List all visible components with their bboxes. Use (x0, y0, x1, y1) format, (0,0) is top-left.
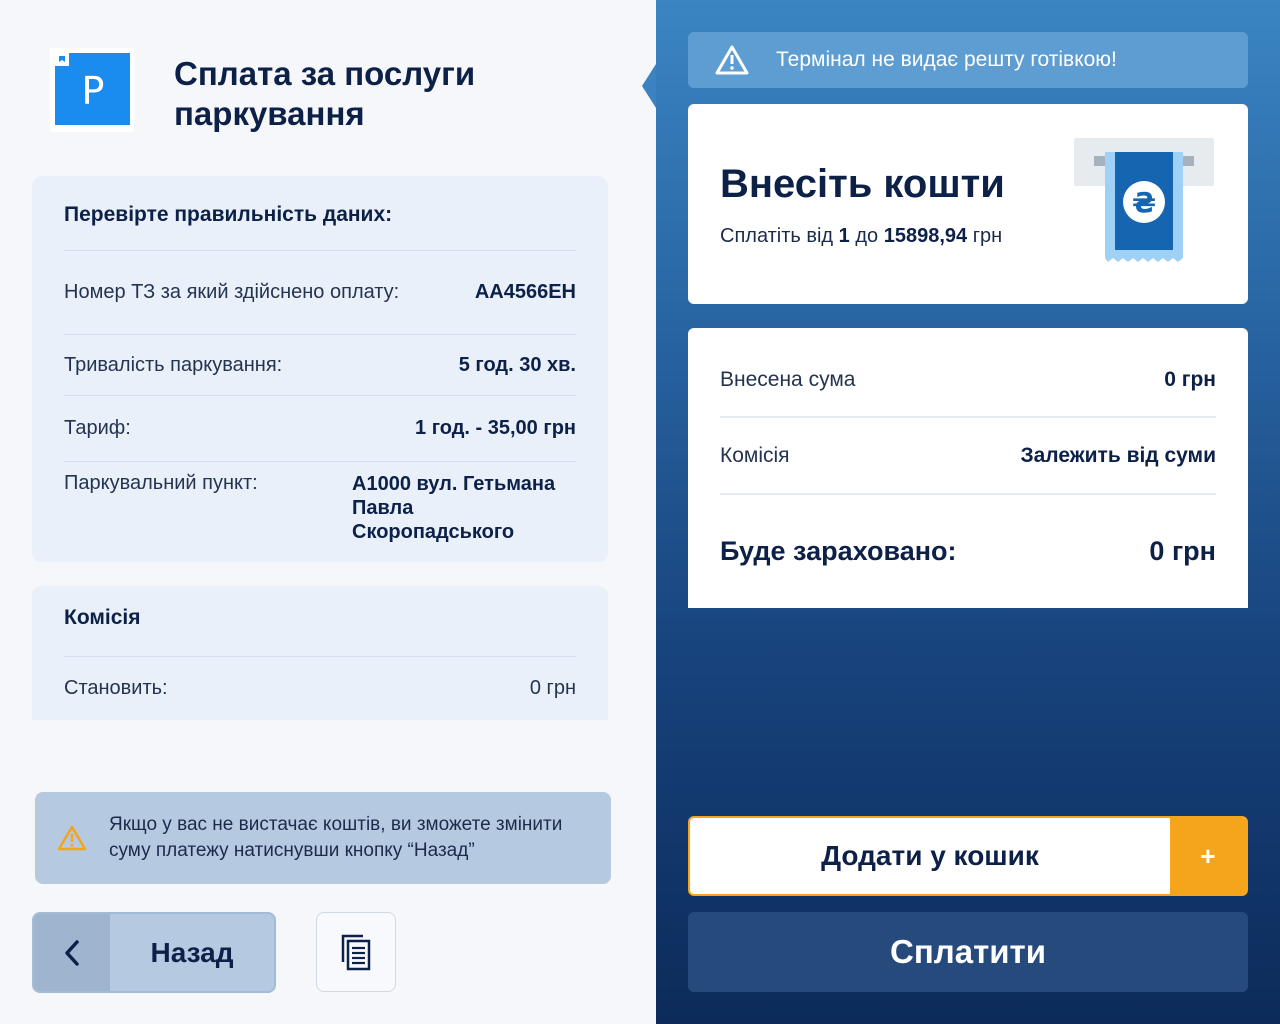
back-button-label: Назад (150, 936, 234, 968)
range-min: 1 (838, 225, 850, 247)
panel-notch (642, 64, 656, 108)
warning-icon (688, 44, 776, 76)
commission-summary-label: Комісія (720, 443, 790, 467)
currency-symbol: ₴ (1132, 186, 1156, 219)
detail-label: Тривалість паркування: (64, 353, 283, 376)
detail-value: 1 год. - 35,00 грн (415, 417, 576, 439)
data-check-title: Перевірте правильність даних: (64, 176, 576, 251)
detail-row-duration: Тривалість паркування: 5 год. 30 хв. (64, 335, 576, 396)
insufficient-funds-notice: Якщо у вас не вистачає коштів, ви зможет… (35, 792, 611, 884)
right-panel: Термінал не видає решту готівкою! Внесіт… (642, 0, 1280, 1024)
range-prefix: Сплатіть від (720, 225, 834, 247)
alert-text: Термінал не видає решту готівкою! (776, 48, 1117, 71)
total-value: 0 грн (1149, 535, 1216, 566)
commission-summary-value: Залежить від суми (1020, 443, 1216, 467)
payment-summary: Внесена сума 0 грн Комісія Залежить від … (688, 328, 1248, 608)
detail-value: 5 год. 30 хв. (458, 353, 576, 376)
detail-label: Номер ТЗ за який здійснено оплату: (64, 281, 400, 303)
add-to-cart-label: Додати у кошик (821, 840, 1039, 871)
commission-card: Комісія Становить: 0 грн (32, 586, 608, 720)
total-label: Буде зараховано: (720, 535, 957, 566)
warning-icon (35, 825, 109, 851)
chevron-left-icon (34, 914, 110, 991)
commission-label: Становить: (64, 676, 168, 699)
detail-value: А1000 вул. Гетьмана Павла Скоропадського (352, 473, 556, 543)
commission-row: Становить: 0 грн (64, 657, 576, 719)
deposit-title: Внесіть кошти (720, 162, 1005, 206)
detail-row-parking-point: Паркувальний пункт: А1000 вул. Гетьмана … (64, 462, 576, 543)
range-max: 15898,94 (883, 225, 968, 247)
range-currency: грн (972, 225, 1003, 247)
detail-row-tariff: Тариф: 1 год. - 35,00 грн (64, 396, 576, 462)
detail-label: Тариф: (64, 417, 131, 439)
document-copy-icon (341, 934, 371, 971)
copy-button[interactable] (316, 912, 396, 992)
page-title: Сплата за послуги паркування (174, 55, 476, 132)
no-change-alert: Термінал не видає решту готівкою! (688, 32, 1248, 88)
logo-letter: P (82, 69, 105, 113)
commission-title: Комісія (64, 586, 576, 657)
data-check-card: Перевірте правильність даних: Номер ТЗ з… (32, 176, 608, 562)
pay-button[interactable]: Сплатити (688, 912, 1248, 992)
parking-sign-icon: P (50, 48, 134, 132)
detail-label: Паркувальний пункт: (64, 472, 258, 494)
detail-value: АА4566ЕН (474, 281, 576, 303)
deposited-row: Внесена сума 0 грн (720, 328, 1216, 418)
cash-insert-icon: ₴ (1074, 138, 1214, 262)
add-to-cart-button[interactable]: Додати у кошик + (688, 816, 1248, 896)
notice-text: Якщо у вас не вистачає коштів, ви зможет… (109, 814, 563, 861)
deposit-range: Сплатіть від 1 до 15898,94 грн (720, 225, 1002, 248)
left-panel: P Сплата за послуги паркування Перевірте… (0, 0, 656, 1024)
back-button[interactable]: Назад (32, 912, 276, 993)
range-mid: до (855, 225, 879, 247)
deposit-card: Внесіть кошти Сплатіть від 1 до 15898,94… (688, 104, 1248, 304)
commission-value: 0 грн (529, 676, 576, 699)
detail-row-plate: Номер ТЗ за який здійснено оплату: АА456… (64, 251, 576, 335)
total-row: Буде зараховано: 0 грн (720, 495, 1216, 607)
commission-summary-row: Комісія Залежить від суми (720, 418, 1216, 495)
deposited-label: Внесена сума (720, 368, 856, 391)
deposited-value: 0 грн (1164, 368, 1216, 391)
plus-icon: + (1170, 818, 1246, 894)
